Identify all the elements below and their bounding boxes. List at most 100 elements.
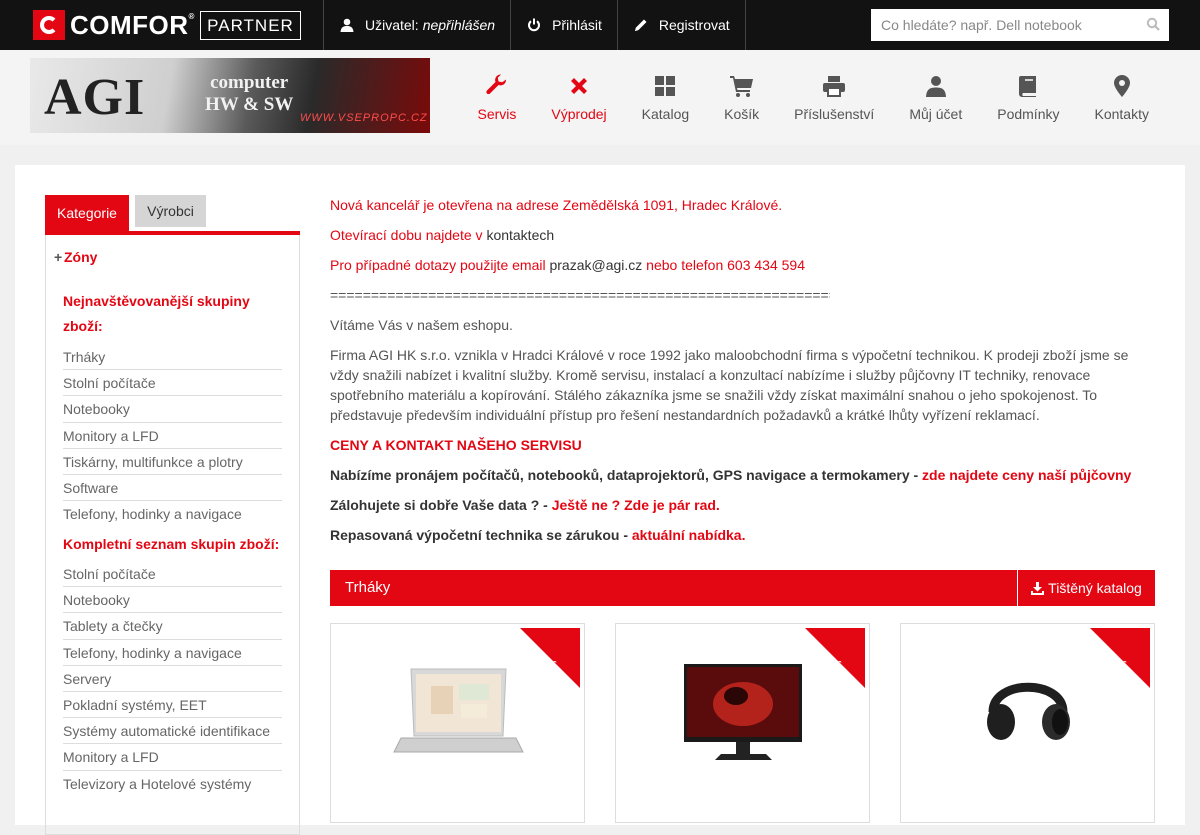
contacts-link[interactable]: kontaktech [486, 227, 554, 243]
category-title: Trháky [345, 579, 391, 596]
sidebar-item[interactable]: Stolní počítače [63, 370, 282, 397]
banner-tagline: computer HW & SW [205, 72, 294, 115]
sidebar-item[interactable]: Telefony, hodinky a navigace [63, 640, 282, 666]
map-marker-icon [1113, 74, 1131, 98]
download-icon [1031, 581, 1045, 595]
nav-label: Podmínky [997, 105, 1060, 122]
banner-brand: AGI [44, 69, 146, 126]
print-catalog-button[interactable]: Tištěný katalog [1017, 570, 1155, 606]
sidebar-zones[interactable]: + Zóny [54, 249, 97, 265]
sidebar-item[interactable]: Systémy automatické identifikace [63, 718, 282, 745]
login-label: Přihlásit [552, 17, 602, 33]
popular-list: Trháky Stolní počítače Notebooky Monitor… [63, 344, 282, 527]
monitor-image [684, 664, 802, 760]
nav-item-katalog[interactable]: Katalog [624, 50, 706, 145]
nav-item-prislusenstvi[interactable]: Příslušenství [777, 50, 892, 145]
sidebar-item[interactable]: Notebooky [63, 396, 282, 423]
grid-icon [654, 74, 676, 98]
sidebar-item[interactable]: Monitory a LFD [63, 423, 282, 449]
refurb-line: Repasovaná výpočetní technika se zárukou… [330, 527, 746, 543]
sidebar-item[interactable]: Tablety a čtečky [63, 613, 282, 640]
refurb-link[interactable]: aktuální nabídka. [632, 527, 746, 543]
contact-line: Pro případné dotazy použijte email praza… [330, 257, 805, 273]
nav-item-kontakty[interactable]: Kontakty [1077, 50, 1166, 145]
comfor-logo-mark [33, 10, 65, 40]
nav-item-podminky[interactable]: Podmínky [980, 50, 1077, 145]
product-card[interactable]: TRHÁK [330, 623, 585, 823]
backup-link[interactable]: Ještě ne ? Zde je pár rad. [552, 497, 720, 513]
user-status[interactable]: Uživatel: nepřihlášen [323, 0, 510, 50]
nav-label: Výprodej [551, 105, 607, 122]
nav-item-servis[interactable]: Servis [460, 50, 534, 145]
nav-item-muj-ucet[interactable]: Můj účet [892, 50, 980, 145]
rent-line: Nabízíme pronájem počítačů, notebooků, d… [330, 467, 1132, 483]
all-list: Stolní počítače Notebooky Tablety a čteč… [63, 561, 282, 797]
laptop-image [393, 668, 524, 753]
backup-line: Zálohujete si dobře Vaše data ? - Ještě … [330, 497, 720, 513]
nav-label: Můj účet [909, 105, 963, 122]
nav-item-kosik[interactable]: Košík [707, 50, 777, 145]
nav-label: Katalog [641, 105, 690, 122]
content-panel: Kategorie Výrobci + Zóny Nejnavštěvovaněj… [15, 165, 1185, 835]
sidebar-item[interactable]: Tiskárny, multifunkce a plotry [63, 449, 282, 475]
user-label: Uživatel: [365, 17, 419, 33]
hours-line: Otevírací dobu najdete v kontaktech [330, 227, 555, 243]
sidebar-item[interactable]: Pokladní systémy, EET [63, 692, 282, 719]
tab-makers[interactable]: Výrobci [135, 195, 206, 227]
search-button[interactable] [1137, 9, 1169, 41]
banner-url: WWW.VSEPROPC.CZ [300, 112, 428, 124]
about-text: Firma AGI HK s.r.o. vznikla v Hradci Krá… [330, 347, 1129, 423]
nav-item-vyprodej[interactable]: Výprodej [534, 50, 624, 145]
register-link[interactable]: Registrovat [616, 0, 746, 50]
cross-icon [568, 74, 590, 98]
search-input[interactable] [871, 9, 1137, 41]
email-link[interactable]: prazak@agi.cz [549, 257, 642, 273]
user-icon [925, 74, 947, 98]
main-nav: Servis Výprodej Katalog Košík Příslušens… [460, 50, 1166, 145]
pencil-icon [633, 17, 649, 33]
book-icon [1018, 74, 1038, 98]
sidebar-item[interactable]: Telefony, hodinky a navigace [63, 501, 282, 527]
tab-categories[interactable]: Kategorie [45, 195, 129, 231]
sidebar-item[interactable]: Stolní počítače [63, 561, 282, 588]
headphones-image [987, 682, 1070, 740]
login-link[interactable]: Přihlásit [510, 0, 617, 50]
comfor-logo[interactable]: COMFOR® [33, 10, 195, 40]
wrench-icon [485, 73, 509, 98]
cart-icon [729, 74, 754, 98]
plus-icon: + [54, 249, 63, 265]
sidebar-item[interactable]: Software [63, 475, 282, 502]
sidebar-item[interactable]: Trháky [63, 344, 282, 371]
sidebar: + Zóny Nejnavštěvovanější skupiny zboží: … [45, 235, 300, 835]
sidebar-item[interactable]: Monitory a LFD [63, 744, 282, 771]
product-card[interactable]: TRHÁK [900, 623, 1155, 823]
user-state: nepřihlášen [422, 17, 496, 33]
search-box [871, 9, 1169, 41]
product-card[interactable]: TRHÁK [615, 623, 870, 823]
sidebar-item[interactable]: Servery [63, 666, 282, 692]
printer-icon [822, 74, 846, 98]
service-link[interactable]: CENY A KONTAKT NAŠEHO SERVISU [330, 435, 1155, 455]
nav-label: Kontakty [1094, 105, 1149, 122]
print-catalog-label: Tištěný katalog [1048, 580, 1142, 596]
power-icon [526, 17, 542, 33]
nav-label: Košík [724, 105, 760, 122]
site-header: AGI computer HW & SW WWW.VSEPROPC.CZ Serv… [0, 50, 1200, 145]
search-icon [1146, 17, 1160, 34]
nav-label: Servis [477, 105, 517, 122]
sidebar-item[interactable]: Notebooky [63, 587, 282, 614]
category-bar: Trháky Tištěný katalog [330, 570, 1155, 606]
agi-banner[interactable]: AGI computer HW & SW WWW.VSEPROPC.CZ [30, 58, 430, 133]
comfor-logo-text: COMFOR® [70, 9, 195, 40]
top-nav: Uživatel: nepřihlášen Přihlásit Registro… [323, 0, 746, 50]
popular-heading: Nejnavštěvovanější skupiny zboží: [63, 293, 250, 334]
partner-badge: PARTNER [200, 11, 301, 40]
office-notice: Nová kancelář je otevřena na adrese Země… [330, 197, 783, 213]
welcome-text: Vítáme Vás v našem eshopu. [330, 317, 513, 333]
register-label: Registrovat [658, 17, 730, 33]
nav-label: Příslušenství [794, 105, 875, 122]
sidebar-item[interactable]: Televizory a Hotelové systémy [63, 771, 282, 797]
sidebar-tabs: Kategorie Výrobci [45, 195, 300, 235]
top-bar: COMFOR® PARTNER Uživatel: nepřihlášen Př… [0, 0, 1200, 50]
rent-link[interactable]: zde najdete ceny naší půjčovny [922, 467, 1131, 483]
